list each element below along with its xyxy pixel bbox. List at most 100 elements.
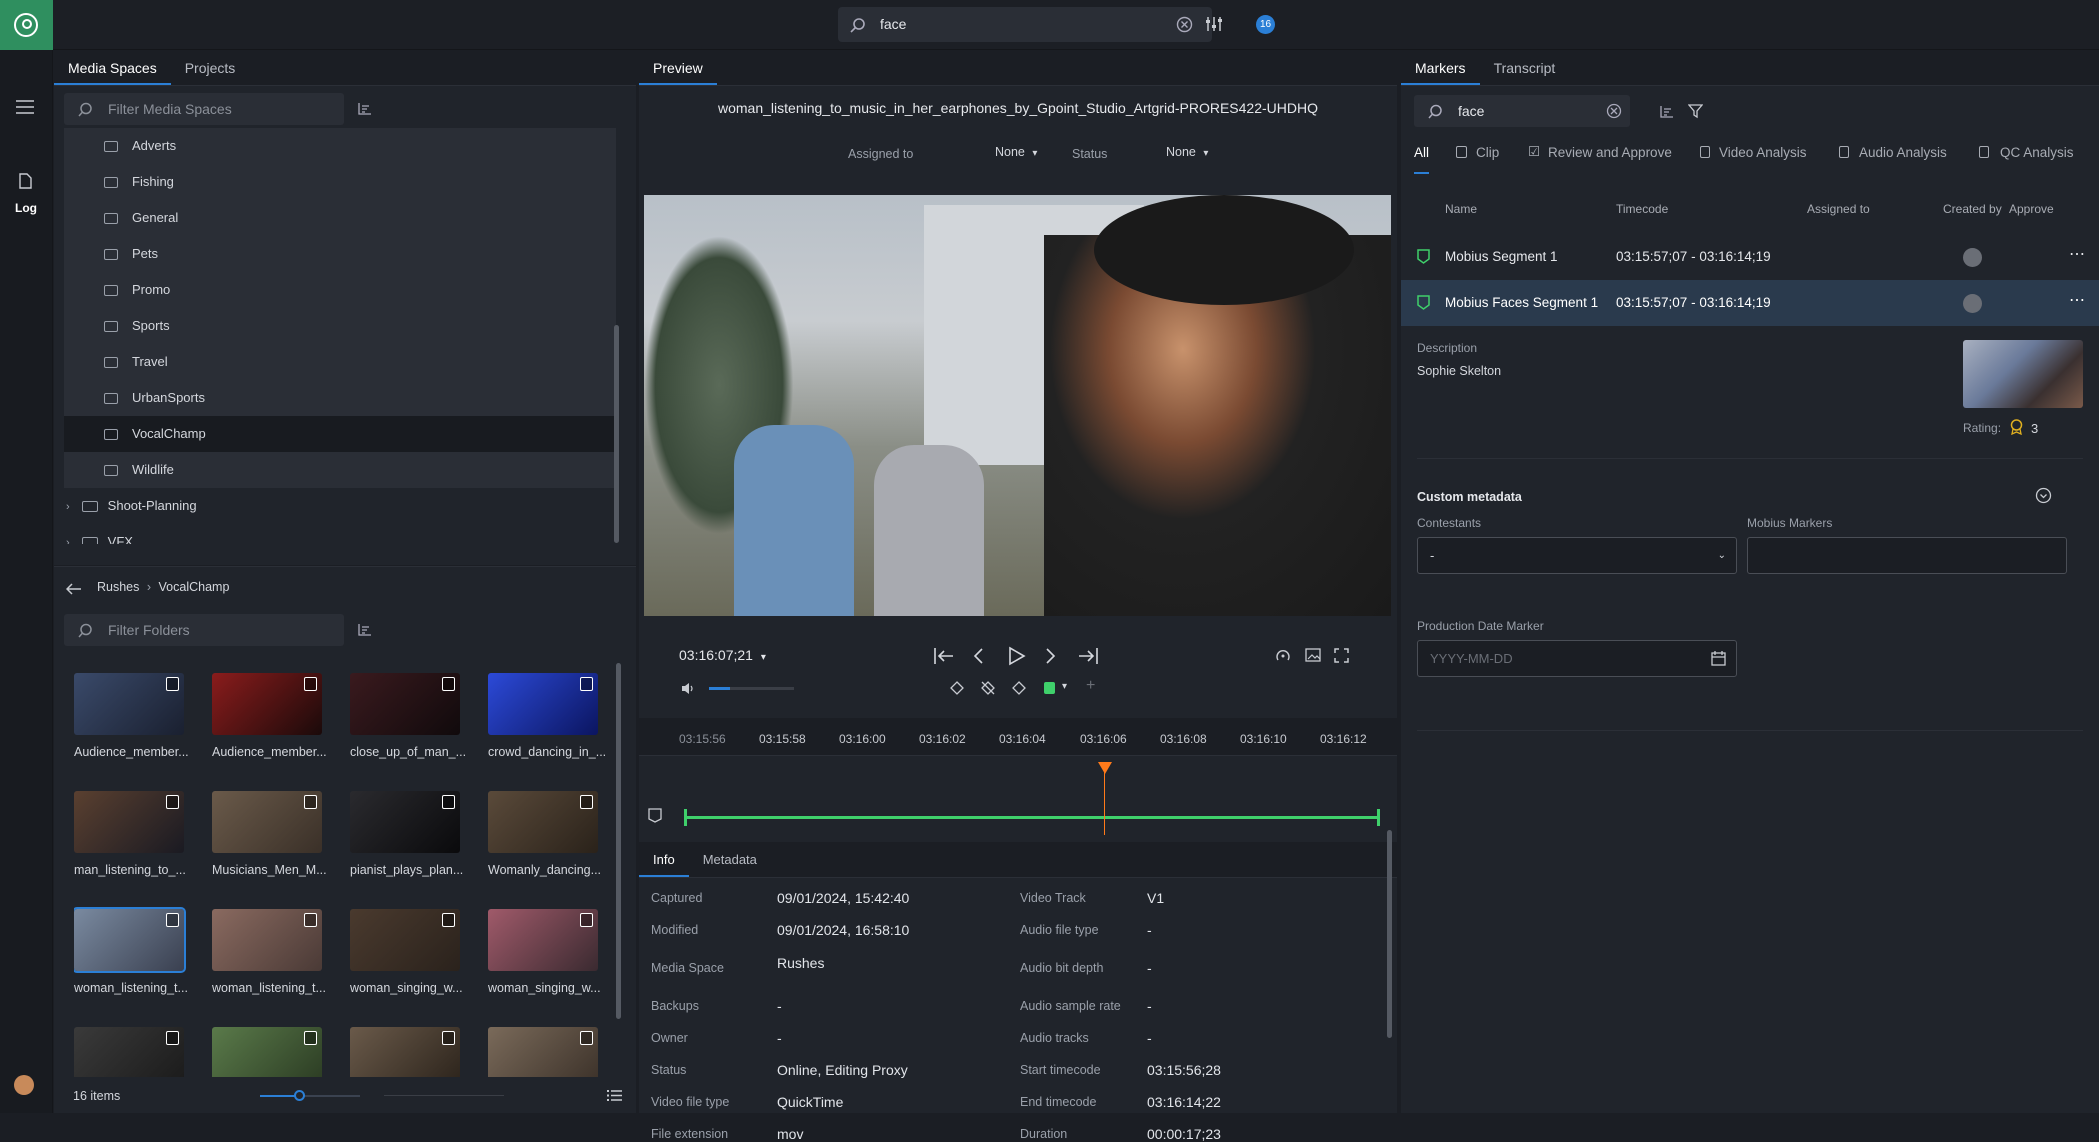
mark-out-icon[interactable] — [1011, 680, 1027, 696]
media-thumbnail[interactable] — [74, 1027, 194, 1077]
marker-search[interactable]: face — [1414, 95, 1630, 127]
step-forward-icon[interactable] — [1044, 647, 1058, 665]
folder-item-sports[interactable]: Sports — [64, 308, 616, 344]
grid-scrollbar[interactable] — [616, 663, 621, 1019]
clear-marks-icon[interactable] — [980, 680, 996, 696]
marker-row[interactable]: Mobius Segment 1 03:15:57;07 - 03:16:14;… — [1401, 234, 2099, 280]
description-value[interactable]: Sophie Skelton — [1417, 364, 1501, 378]
skip-to-start-icon[interactable] — [933, 647, 955, 665]
play-icon[interactable] — [1008, 646, 1026, 666]
media-thumbnail[interactable]: crowd_dancing_in_... — [488, 673, 608, 759]
tab-metadata[interactable]: Metadata — [689, 842, 771, 877]
folder-item-pets[interactable]: Pets — [64, 236, 616, 272]
mark-in-icon[interactable] — [949, 680, 965, 696]
folder-filter[interactable]: Filter Folders — [64, 614, 344, 646]
marker-color-swatch[interactable] — [1044, 682, 1055, 694]
tab-projects[interactable]: Projects — [171, 50, 250, 85]
segment-start-handle[interactable] — [684, 809, 687, 826]
folder-item-urbansports[interactable]: UrbanSports — [64, 380, 616, 416]
marker-segment-bar[interactable] — [685, 816, 1379, 819]
media-spaces-filter[interactable]: Filter Media Spaces — [64, 93, 344, 125]
app-logo[interactable] — [0, 0, 53, 50]
tab-transcript[interactable]: Transcript — [1480, 50, 1570, 85]
volume-slider[interactable] — [709, 687, 794, 690]
fullscreen-icon[interactable] — [1334, 648, 1349, 663]
media-thumbnail[interactable]: Musicians_Men_M... — [212, 791, 332, 877]
back-arrow-icon[interactable] — [66, 583, 82, 595]
chevron-right-icon[interactable]: › — [66, 501, 70, 513]
media-thumbnail[interactable]: woman_listening_t... — [212, 909, 332, 995]
filter-sliders-icon[interactable] — [1205, 15, 1223, 33]
log-label[interactable]: Log — [15, 201, 37, 215]
assigned-to-dropdown[interactable]: None ▾ — [995, 145, 1037, 159]
marker-search-value[interactable]: face — [1458, 103, 1484, 119]
col-timecode[interactable]: Timecode — [1616, 202, 1668, 216]
more-options-icon[interactable]: ⋯ — [2069, 290, 2085, 310]
tab-info[interactable]: Info — [639, 842, 689, 877]
user-avatar[interactable] — [14, 1075, 34, 1095]
list-view-icon[interactable] — [607, 1089, 622, 1102]
timeline-ruler[interactable]: 03:15:56 03:15:58 03:16:00 03:16:02 03:1… — [639, 718, 1397, 756]
global-search[interactable]: face — [838, 7, 1212, 42]
media-thumbnail[interactable] — [350, 1027, 470, 1077]
col-approve[interactable]: Approve — [2009, 202, 2054, 216]
tab-preview[interactable]: Preview — [639, 50, 717, 85]
step-back-icon[interactable] — [971, 647, 985, 665]
video-frame[interactable] — [644, 195, 1391, 616]
calendar-icon[interactable] — [1711, 651, 1726, 666]
breadcrumb-rushes[interactable]: Rushes — [97, 580, 139, 594]
folder-item-travel[interactable]: Travel — [64, 344, 616, 380]
filter-icon[interactable] — [1688, 104, 1703, 119]
clear-search-icon[interactable] — [1176, 16, 1193, 33]
col-created-by[interactable]: Created by — [1943, 202, 2002, 216]
media-thumbnail[interactable]: man_listening_to_... — [74, 791, 194, 877]
media-thumbnail[interactable]: Womanly_dancing... — [488, 791, 608, 877]
filter-qc-analysis[interactable]: QC Analysis — [2000, 145, 2074, 160]
log-icon[interactable] — [18, 173, 32, 189]
segment-end-handle[interactable] — [1377, 809, 1380, 826]
marker-thumbnail[interactable] — [1963, 340, 2083, 408]
info-scrollbar[interactable] — [1387, 830, 1392, 1038]
filter-all[interactable]: All — [1414, 145, 1430, 174]
media-thumbnail[interactable] — [212, 1027, 332, 1077]
media-thumbnail[interactable] — [488, 1027, 608, 1077]
group-item-shoot-planning[interactable]: › Shoot-Planning — [64, 488, 616, 524]
folder-item-vocalchamp[interactable]: VocalChamp — [64, 416, 616, 452]
sort-icon[interactable] — [1660, 105, 1674, 118]
media-thumbnail[interactable]: woman_singing_w... — [488, 909, 608, 995]
folder-list-scrollbar[interactable] — [614, 325, 619, 543]
filter-audio-analysis[interactable]: Audio Analysis — [1859, 145, 1947, 160]
filter-video-analysis[interactable]: Video Analysis — [1719, 145, 1807, 160]
thumbnail-size-slider[interactable] — [260, 1090, 360, 1101]
folder-item-general[interactable]: General — [64, 200, 616, 236]
media-thumbnail[interactable]: pianist_plays_plan... — [350, 791, 470, 877]
tab-media-spaces[interactable]: Media Spaces — [54, 50, 171, 85]
chevron-down-icon[interactable]: ▾ — [1062, 681, 1067, 692]
notification-badge[interactable]: 16 — [1256, 15, 1275, 34]
loop-icon[interactable] — [1275, 648, 1291, 664]
folder-item-adverts[interactable]: Adverts — [64, 128, 616, 164]
mobius-markers-input[interactable] — [1747, 537, 2067, 574]
media-thumbnail[interactable]: woman_singing_w... — [350, 909, 470, 995]
marker-row-selected[interactable]: Mobius Faces Segment 1 03:15:57;07 - 03:… — [1401, 280, 2099, 326]
chevron-right-icon[interactable]: › — [66, 537, 70, 544]
folder-item-fishing[interactable]: Fishing — [64, 164, 616, 200]
media-thumbnail[interactable]: Audience_member... — [74, 673, 194, 759]
sort-icon[interactable] — [358, 102, 372, 115]
timecode-dropdown[interactable]: 03:16:07;21 ▾ — [679, 647, 766, 663]
clear-search-icon[interactable] — [1606, 103, 1622, 119]
sort-icon[interactable] — [358, 623, 372, 636]
tab-markers[interactable]: Markers — [1401, 50, 1480, 85]
chevron-circle-icon[interactable] — [2035, 487, 2052, 504]
slider-handle[interactable] — [294, 1090, 305, 1101]
add-marker-icon[interactable]: + — [1086, 677, 1095, 695]
media-thumbnail[interactable]: Audience_member... — [212, 673, 332, 759]
media-thumbnail[interactable]: close_up_of_man_... — [350, 673, 470, 759]
playhead-handle[interactable] — [1098, 762, 1112, 774]
breadcrumb-vocalchamp[interactable]: VocalChamp — [159, 580, 230, 594]
folder-item-promo[interactable]: Promo — [64, 272, 616, 308]
more-options-icon[interactable]: ⋯ — [2069, 244, 2085, 264]
media-thumbnail[interactable]: woman_listening_t... — [74, 907, 194, 995]
col-name[interactable]: Name — [1445, 202, 1477, 216]
search-input[interactable]: face — [880, 16, 906, 32]
